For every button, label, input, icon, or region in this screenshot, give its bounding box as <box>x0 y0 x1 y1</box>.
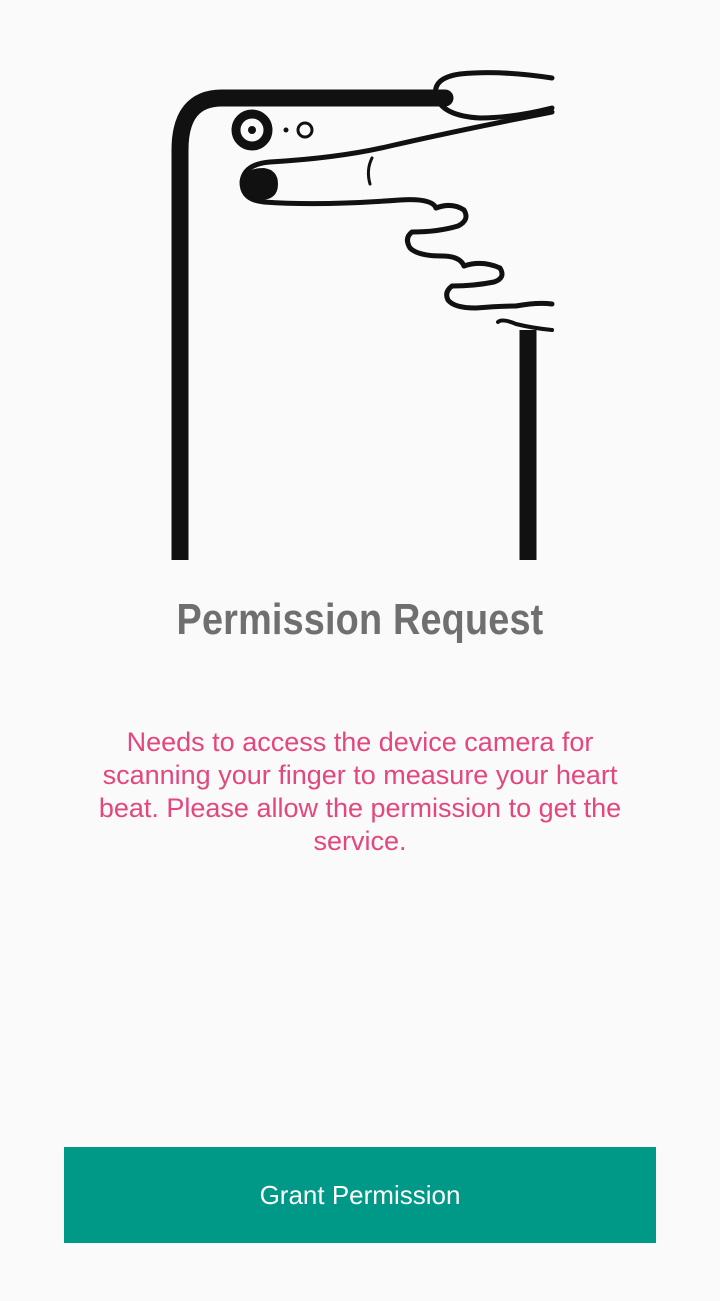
page-title: Permission Request <box>176 595 544 644</box>
permission-description: Needs to access the device camera for sc… <box>98 727 622 856</box>
finger-on-camera-illustration <box>171 70 555 560</box>
grant-permission-button[interactable]: Grant Permission <box>64 1147 656 1243</box>
